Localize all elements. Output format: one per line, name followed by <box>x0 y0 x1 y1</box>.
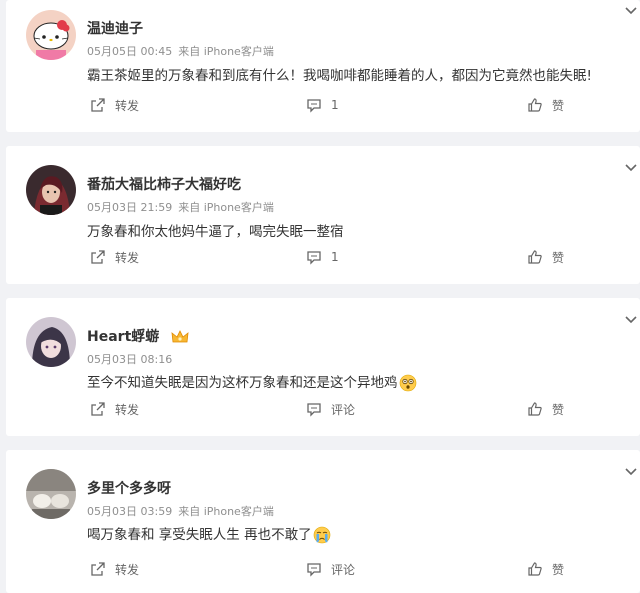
thumbs-up-icon <box>528 562 542 576</box>
comment-label: 评论 <box>331 562 356 577</box>
username-text[interactable]: 番茄大福比柿子大福好吃 <box>87 177 241 193</box>
share-label: 转发 <box>115 562 140 577</box>
chevron-down-icon[interactable] <box>624 467 638 477</box>
comment-count: 1 <box>331 250 339 264</box>
like-label: 赞 <box>552 402 565 417</box>
share-icon <box>91 98 105 112</box>
comment-date: 05月05日 00:45 <box>87 45 173 58</box>
like-label: 赞 <box>552 562 565 577</box>
hello-kitty-avatar-icon <box>26 10 76 60</box>
like-button[interactable]: 赞 <box>527 96 564 114</box>
comment-button[interactable]: 评论 <box>306 560 355 578</box>
comment-count: 1 <box>331 98 339 112</box>
comment-text: 霸王茶姬里的万象春和到底有什么！我喝咖啡都能睡着的人，都因为它竟然也能失眠! <box>87 64 592 84</box>
chevron-down-icon[interactable] <box>624 163 638 173</box>
share-button[interactable]: 转发 <box>90 248 139 266</box>
username[interactable]: 番茄大福比柿子大福好吃 <box>87 174 241 194</box>
share-label: 转发 <box>115 98 140 113</box>
like-button[interactable]: 赞 <box>527 248 564 266</box>
comment-text-content: 霸王茶姬里的万象春和到底有什么！我喝咖啡都能睡着的人，都因为它竟然也能失眠! <box>87 68 592 84</box>
dizzy-face-emoji-icon <box>399 374 416 392</box>
username[interactable]: 多里个多多呀 <box>87 478 171 498</box>
comment-text-content: 万象春和你太他妈牛逼了，喝完失眠一整宿 <box>87 224 344 240</box>
photo-avatar-icon <box>26 469 76 519</box>
like-label: 赞 <box>552 98 565 113</box>
comment-icon <box>307 403 321 417</box>
comment-meta: 05月05日 00:45 来自 iPhone客户端 <box>87 43 274 59</box>
share-label: 转发 <box>115 250 140 265</box>
comment-source[interactable]: 来自 iPhone客户端 <box>178 505 274 518</box>
comment-meta: 05月03日 03:59 来自 iPhone客户端 <box>87 503 274 519</box>
comment-date: 05月03日 08:16 <box>87 353 173 366</box>
comment-card: 温迪迪子 05月05日 00:45 来自 iPhone客户端 霸王茶姬里的万象春和… <box>6 0 640 132</box>
username-text[interactable]: 温迪迪子 <box>87 21 143 37</box>
comment-text: 至今不知道失眠是因为这杯万象春和还是这个异地鸡 <box>87 371 417 392</box>
comment-button[interactable]: 1 <box>306 248 339 266</box>
comment-date: 05月03日 21:59 <box>87 201 173 214</box>
crying-face-emoji-icon <box>313 526 330 544</box>
comment-icon <box>307 563 321 577</box>
thumbs-up-icon <box>528 402 542 416</box>
comment-date: 05月03日 03:59 <box>87 505 173 518</box>
avatar[interactable] <box>26 10 76 60</box>
crown-vip-icon[interactable] <box>171 330 189 344</box>
like-button[interactable]: 赞 <box>527 400 564 418</box>
comment-button[interactable]: 评论 <box>306 400 355 418</box>
share-icon <box>91 562 105 576</box>
avatar[interactable] <box>26 469 76 519</box>
avatar[interactable] <box>26 317 76 367</box>
comment-icon <box>307 99 321 113</box>
thumbs-up-icon <box>528 250 542 264</box>
comment-text-content: 喝万象春和 享受失眠人生 再也不敢了 <box>87 527 312 543</box>
anime-girl-avatar-icon <box>26 317 76 367</box>
thumbs-up-icon <box>528 98 542 112</box>
anime-character-avatar-icon <box>26 165 76 215</box>
chevron-down-icon[interactable] <box>624 6 638 16</box>
share-icon <box>91 402 105 416</box>
comment-feed: 温迪迪子 05月05日 00:45 来自 iPhone客户端 霸王茶姬里的万象春和… <box>0 0 640 593</box>
username[interactable]: 温迪迪子 <box>87 18 143 38</box>
username[interactable]: Heart蜉蝣 <box>87 326 189 346</box>
comment-source[interactable]: 来自 iPhone客户端 <box>178 45 274 58</box>
comment-meta: 05月03日 08:16 <box>87 351 172 367</box>
comment-label: 评论 <box>331 402 356 417</box>
comment-text: 万象春和你太他妈牛逼了，喝完失眠一整宿 <box>87 220 344 240</box>
comment-text-content: 至今不知道失眠是因为这杯万象春和还是这个异地鸡 <box>87 375 398 391</box>
share-button[interactable]: 转发 <box>90 96 139 114</box>
comment-text: 喝万象春和 享受失眠人生 再也不敢了 <box>87 523 331 544</box>
comment-source[interactable]: 来自 iPhone客户端 <box>178 201 274 214</box>
share-button[interactable]: 转发 <box>90 400 139 418</box>
like-label: 赞 <box>552 250 565 265</box>
avatar[interactable] <box>26 165 76 215</box>
like-button[interactable]: 赞 <box>527 560 564 578</box>
comment-card: 番茄大福比柿子大福好吃 05月03日 21:59 来自 iPhone客户端 万象春… <box>6 146 640 284</box>
comment-icon <box>307 251 321 265</box>
username-text[interactable]: Heart蜉蝣 <box>87 329 159 345</box>
comment-button[interactable]: 1 <box>306 96 339 114</box>
comment-card: 多里个多多呀 05月03日 03:59 来自 iPhone客户端 喝万象春和 享受… <box>6 450 640 593</box>
share-button[interactable]: 转发 <box>90 560 139 578</box>
share-label: 转发 <box>115 402 140 417</box>
share-icon <box>91 250 105 264</box>
chevron-down-icon[interactable] <box>624 315 638 325</box>
comment-meta: 05月03日 21:59 来自 iPhone客户端 <box>87 199 274 215</box>
comment-card: Heart蜉蝣 05月03日 08:16 至今不知道失眠是因为这杯万象春和还是这… <box>6 298 640 436</box>
username-text[interactable]: 多里个多多呀 <box>87 481 171 497</box>
